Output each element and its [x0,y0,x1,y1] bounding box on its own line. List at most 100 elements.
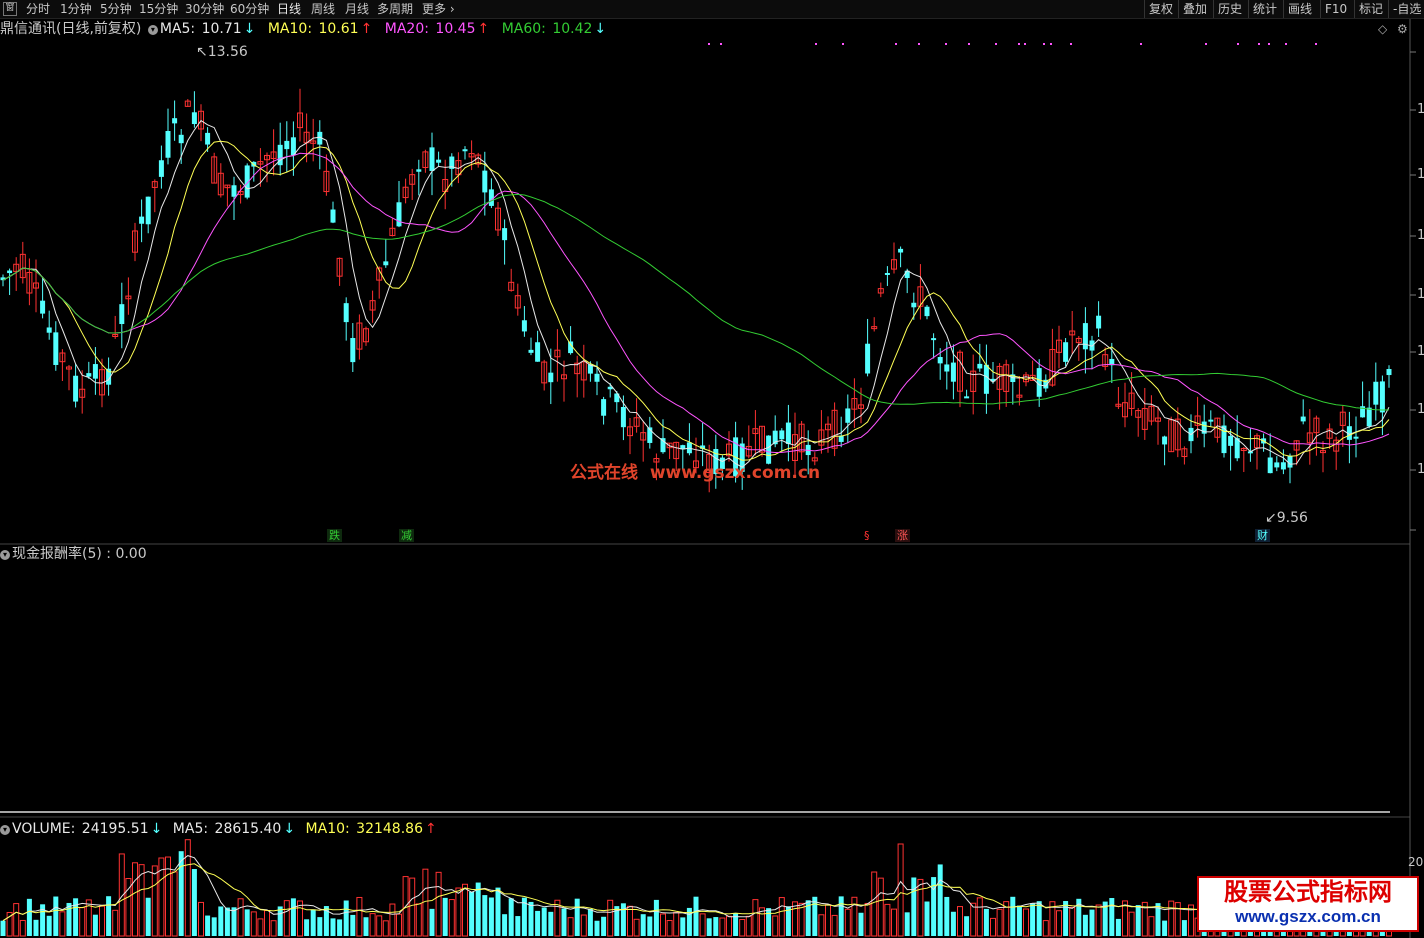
volume-ma10-label: MA10: [305,821,350,837]
candle-body [178,134,184,144]
candle-body [1300,416,1306,422]
volume-bar [739,918,746,937]
candle-body [1274,462,1280,468]
axis-tick-label: 1 [1417,102,1424,117]
candle-body [1386,369,1392,376]
volume-bar [1115,918,1121,936]
volume-bar [897,843,904,937]
volume-bar [389,903,396,937]
signal-dot [895,43,897,45]
candle-body [284,140,290,150]
volume-bar [409,877,416,937]
volume-bar [218,906,224,936]
volume-bar [442,897,448,936]
low-price-label: ↙9.56 [1265,510,1308,526]
volume-bar [535,910,541,936]
volume-ma10-value: 32148.86 [356,821,423,837]
volume-bar [766,908,772,936]
candle-body [330,209,336,223]
volume-bar [970,902,977,937]
signal-dot [720,43,722,45]
ma5-down-arrow-icon: ↓ [243,21,256,37]
volume-bar [250,911,257,937]
candle-body [1287,455,1293,468]
event-marker-finance[interactable]: 财 [1255,529,1270,542]
volume-bar [290,898,296,936]
arrow-up-left-icon: ↖ [196,44,208,60]
candle-body [436,159,442,163]
volume-bar [515,916,521,936]
volume-bar [106,896,112,936]
volume-bar [448,899,455,937]
volume-bar [858,912,864,936]
volume-bar [205,915,211,936]
stock-title: 鼎信通讯(日线,前复权) [0,21,142,37]
signal-dot [1070,43,1072,45]
candle-body [944,364,950,372]
volume-bar [660,913,666,937]
volume-bar [350,914,356,936]
chevron-down-icon[interactable]: ▾ [0,550,10,560]
volume-bar [1069,906,1076,937]
volume-bar [944,896,950,936]
candle-body [205,132,211,145]
volume-bar [1168,900,1175,937]
volume-ma10-up-arrow-icon: ↑ [424,821,437,837]
ma10-label: MA10: [267,21,313,37]
watermark-url: www.gszx.com.cn [649,463,821,483]
chevron-down-icon[interactable]: ▾ [0,825,10,835]
settings-icon[interactable]: ⚙ [1397,22,1408,36]
candle-body [92,364,98,379]
candle-body [1082,323,1088,350]
event-marker-rise[interactable]: 涨 [895,529,910,542]
event-marker-section[interactable]: § [862,529,872,542]
volume-bar [752,899,759,937]
volume-bar [396,913,402,937]
candle-body [158,160,164,177]
candle-body [482,170,488,193]
candle-body [528,349,534,353]
candle-body [1096,315,1102,329]
candle-body [191,112,197,125]
volume-bar [132,862,138,937]
candle-body [950,362,956,382]
arrow-down-left-icon: ↙ [1265,510,1277,526]
axis-tick-label: 1 [1417,462,1424,477]
volume-bar [792,901,798,937]
volume-bar [1148,916,1155,937]
volume-bar [647,916,653,936]
ma60-down-arrow-icon: ↓ [594,21,607,37]
volume-bar [983,908,989,936]
volume-bar [673,912,680,937]
volume-bar [838,896,844,936]
volume-bar [330,918,336,936]
volume-ma5-value: 28615.40 [214,821,282,837]
indicator-legend: ▾ 现金报酬率(5) : 0.00 [0,545,149,563]
volume-bar [601,916,607,936]
volume-bar [831,914,838,937]
signal-dot [1050,43,1052,45]
event-marker-fall[interactable]: 跌 [327,529,342,542]
volume-bar [713,917,719,936]
volume-bar [627,905,633,937]
event-marker-reduce[interactable]: 减 [399,529,414,542]
signal-dot [1205,43,1207,45]
candle-body [964,396,970,399]
candle-body [1353,436,1359,439]
volume-ma-lines [2,855,1390,922]
volume-bar [976,897,983,937]
volume-bar [851,896,858,937]
volume-bar [33,919,39,936]
candle-body [7,270,13,274]
volume-bar [145,897,151,936]
signal-dot [1315,43,1317,45]
candle-body [931,338,937,341]
diamond-icon[interactable]: ◇ [1378,22,1387,36]
chevron-down-icon[interactable]: ▾ [147,25,158,35]
candle-body [548,372,554,383]
volume-bar [541,907,547,936]
candle-body [350,338,356,363]
volume-bar [680,917,686,936]
candle-body [429,147,435,171]
volume-bar [891,908,897,937]
